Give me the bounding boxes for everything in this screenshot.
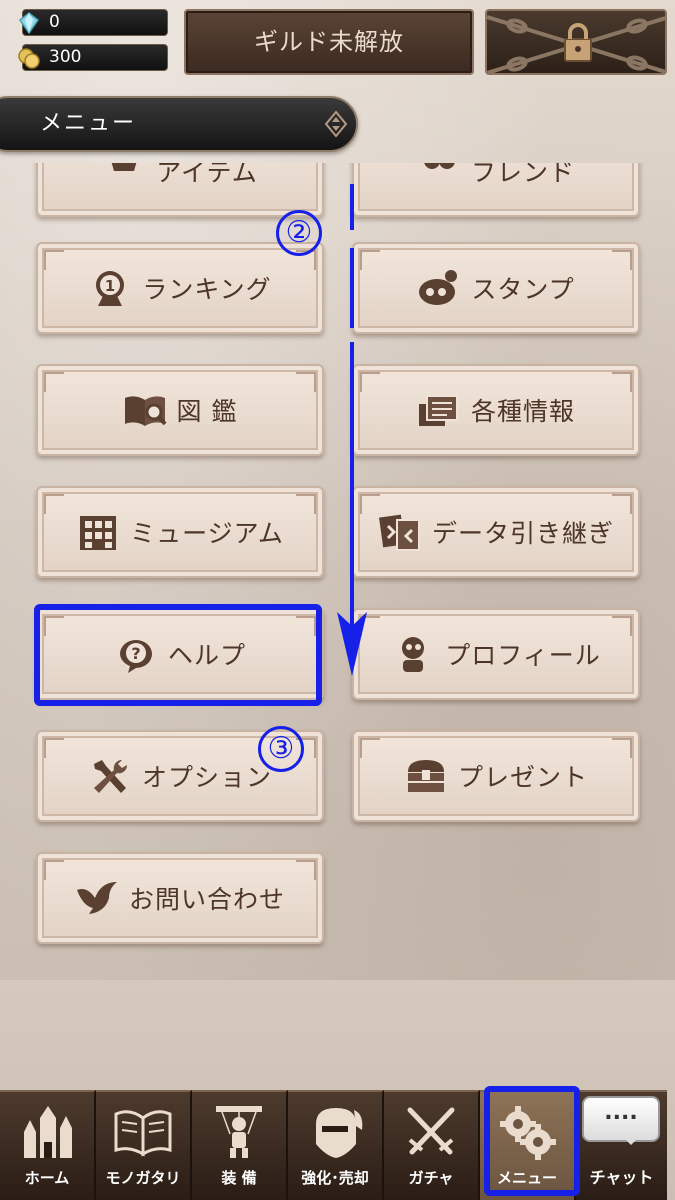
nav-story[interactable]: モノガタリ xyxy=(96,1090,192,1200)
gem-icon xyxy=(18,12,40,35)
annotation-step-3: ③ xyxy=(258,726,304,772)
nav-gacha-label: ガチャ xyxy=(408,1169,454,1187)
info-button[interactable]: 各種情報 xyxy=(352,364,640,456)
profile-icon xyxy=(402,637,425,672)
coin-counter: 300 xyxy=(18,44,168,71)
info-label: 各種情報 xyxy=(470,397,575,426)
chat-bubble-icon: .... xyxy=(582,1096,660,1145)
chain-lock-icon xyxy=(487,15,665,73)
treasure-chest-icon xyxy=(407,760,444,792)
menu-header-title: メニュー xyxy=(40,111,137,136)
encyclopedia-button[interactable]: 図 鑑 xyxy=(36,364,324,456)
bird-icon xyxy=(76,882,117,914)
nav-home[interactable]: ホーム xyxy=(0,1090,96,1200)
contact-label: お問い合わせ xyxy=(128,885,285,914)
annotation-menu-highlight xyxy=(484,1086,580,1196)
locked-feature-button[interactable] xyxy=(485,9,667,75)
gem-counter: 0 xyxy=(18,9,168,36)
nav-enhance-label: 強化･売却 xyxy=(301,1169,369,1187)
menu-grid: アイテム フレンド 1 ランキング スタンプ 図 鑑 各種情報 ミュージアム デ… xyxy=(0,163,675,980)
option-label: オプション xyxy=(141,763,272,792)
ranking-label: ランキング xyxy=(142,275,272,304)
guild-label: ギルド未解放 xyxy=(254,28,404,56)
data-transfer-label: データ引き継ぎ xyxy=(431,519,614,548)
menu-header[interactable]: メニュー xyxy=(0,96,358,152)
museum-label: ミュージアム xyxy=(130,519,284,548)
friend-icon xyxy=(424,163,455,169)
nav-chat-label: チャット xyxy=(589,1168,654,1187)
annotation-help-highlight xyxy=(34,604,322,706)
svg-text:1: 1 xyxy=(105,277,115,295)
nav-chat[interactable]: .... チャット xyxy=(576,1090,667,1200)
contact-button[interactable]: お問い合わせ xyxy=(36,852,324,944)
transfer-cards-icon xyxy=(379,514,420,551)
profile-button[interactable]: プロフィール xyxy=(352,608,640,700)
annotation-step-2: ② xyxy=(276,210,322,256)
coin-count: 300 xyxy=(49,47,82,67)
coin-icon xyxy=(18,48,40,69)
ranking-button[interactable]: 1 ランキング xyxy=(36,242,324,334)
gem-count: 0 xyxy=(49,12,60,32)
encyclopedia-label: 図 鑑 xyxy=(176,397,238,426)
museum-building-icon xyxy=(80,516,117,550)
crossed-swords-icon xyxy=(407,1107,455,1155)
data-transfer-button[interactable]: データ引き継ぎ xyxy=(352,486,640,578)
stamp-button[interactable]: スタンプ xyxy=(352,242,640,334)
museum-button[interactable]: ミュージアム xyxy=(36,486,324,578)
puppet-icon xyxy=(216,1106,262,1158)
nav-enhance[interactable]: 強化･売却 xyxy=(288,1090,384,1200)
book-search-icon xyxy=(124,396,167,426)
selector-icon xyxy=(324,110,348,138)
nav-home-label: ホーム xyxy=(24,1169,70,1187)
friend-button[interactable]: フレンド xyxy=(352,163,640,217)
documents-icon xyxy=(418,395,458,426)
nav-story-label: モノガタリ xyxy=(105,1169,181,1187)
item-button[interactable]: アイテム xyxy=(36,163,324,217)
open-book-icon xyxy=(114,1110,172,1157)
annotation-arrow-line xyxy=(350,342,354,642)
tools-icon xyxy=(93,759,127,793)
helmet-icon xyxy=(316,1108,363,1158)
nav-equip[interactable]: 装 備 xyxy=(192,1090,288,1200)
present-button[interactable]: プレゼント xyxy=(352,730,640,822)
annotation-arrow-dash xyxy=(350,248,354,328)
item-icon xyxy=(111,163,137,171)
guild-button[interactable]: ギルド未解放 xyxy=(184,9,474,75)
nav-gacha[interactable]: ガチャ xyxy=(384,1090,480,1200)
annotation-arrow-dash xyxy=(350,184,354,230)
top-bar: 0 300 ギルド未解放 xyxy=(0,0,675,86)
ranking-medal-icon: 1 xyxy=(96,271,125,306)
stamp-ghost-icon xyxy=(419,270,458,305)
stamp-label: スタンプ xyxy=(471,275,575,304)
present-label: プレゼント xyxy=(457,763,588,792)
annotation-arrow-head xyxy=(337,612,367,676)
castle-icon xyxy=(24,1106,72,1158)
profile-label: プロフィール xyxy=(445,641,601,670)
nav-equip-label: 装 備 xyxy=(221,1169,257,1187)
